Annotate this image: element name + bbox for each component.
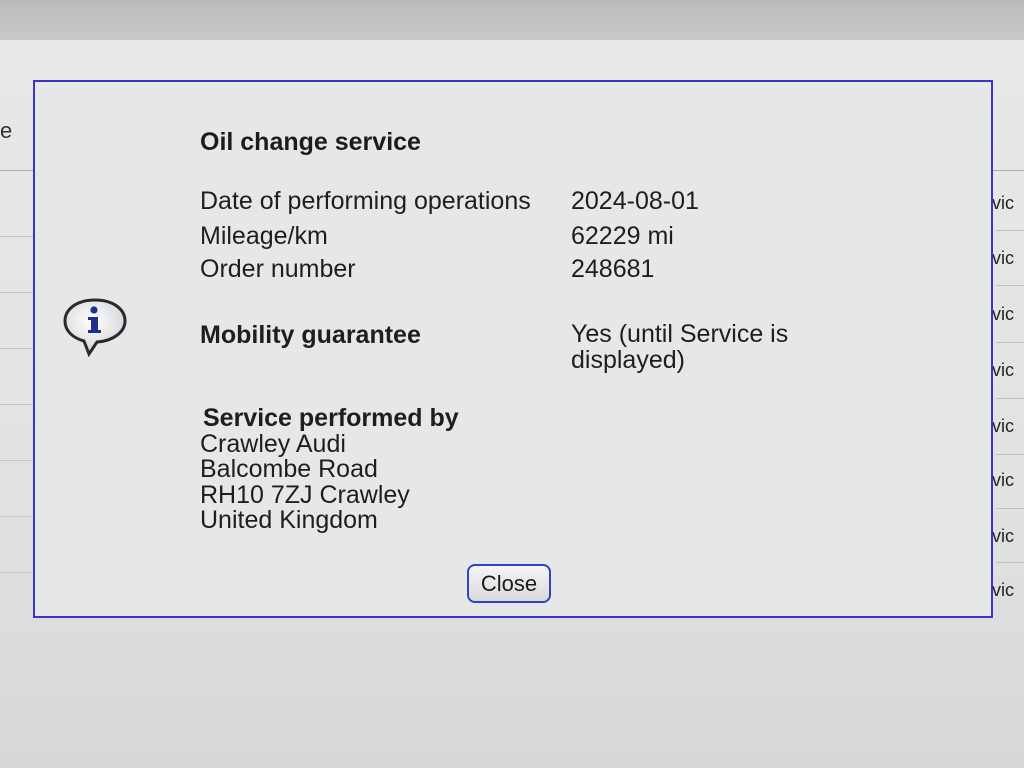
dialog-title: Oil change service xyxy=(200,128,421,156)
background-row-text[interactable]: vic xyxy=(992,304,1024,325)
background-row-text[interactable]: vic xyxy=(992,580,1024,601)
service-provider-line: Balcombe Road xyxy=(200,455,378,483)
field-label-date: Date of performing operations xyxy=(200,187,531,215)
info-icon xyxy=(62,296,128,358)
background-row-divider xyxy=(996,508,1024,509)
background-left-text: e xyxy=(0,118,13,143)
service-provider-line: Crawley Audi xyxy=(200,429,346,458)
field-value-mileage: 62229 mi xyxy=(571,222,674,250)
mobility-guarantee-value: Yes (until Service is displayed) xyxy=(571,320,789,374)
service-provider-heading: Service performed by xyxy=(203,404,459,432)
background-left-divider xyxy=(0,516,34,517)
background-row-text[interactable]: vic xyxy=(992,248,1024,269)
background-row-divider xyxy=(996,342,1024,343)
background-row-divider xyxy=(996,285,1024,286)
field-value-date: 2024-08-01 xyxy=(571,187,699,215)
service-provider-block: Service performed by Crawley Audi Balcom… xyxy=(200,404,459,534)
field-label-mileage: Mileage/km xyxy=(200,222,328,250)
service-provider-line: United Kingdom xyxy=(200,506,378,534)
background-left-divider xyxy=(0,292,34,293)
background-row-divider xyxy=(996,230,1024,231)
mobility-guarantee-label: Mobility guarantee xyxy=(200,321,421,349)
close-button[interactable]: Close xyxy=(467,564,551,603)
service-provider-line: RH10 7ZJ Crawley xyxy=(200,480,410,509)
background-left-divider xyxy=(0,236,34,237)
background-left-divider xyxy=(0,348,34,349)
background-row-divider xyxy=(996,398,1024,399)
background-row-text[interactable]: vic xyxy=(992,193,1024,214)
background-left-divider xyxy=(0,572,34,573)
background-row-divider xyxy=(996,454,1024,455)
background-row-text[interactable]: vic xyxy=(992,526,1024,547)
background-left-divider xyxy=(0,404,34,405)
field-value-order-number: 248681 xyxy=(571,255,655,283)
background-row-text[interactable]: vic xyxy=(992,416,1024,437)
background-left-divider xyxy=(0,460,34,461)
background-row-divider xyxy=(996,562,1024,563)
background-row-text[interactable]: vic xyxy=(992,470,1024,491)
background-row-text[interactable]: vic xyxy=(992,360,1024,381)
field-label-order-number: Order number xyxy=(200,255,356,283)
